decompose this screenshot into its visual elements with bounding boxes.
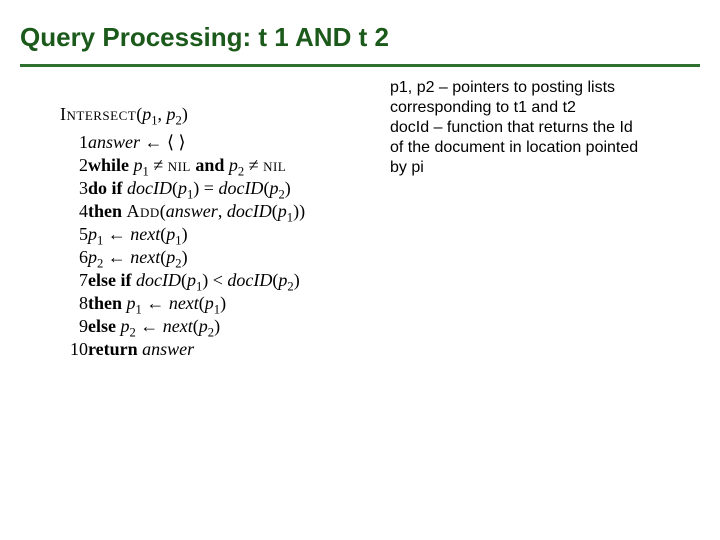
line-number: 6 [60,246,88,269]
param-p1: p [142,104,151,124]
title-underline [20,64,700,67]
line-number: 4 [60,200,88,223]
algo-line: 1answer ← ⟨ ⟩ [60,131,305,154]
line-number: 9 [60,315,88,338]
line-body: return answer [88,338,305,361]
algo-line: 3do if docID(p1) = docID(p2) [60,177,305,200]
line-body: answer ← ⟨ ⟩ [88,131,305,154]
slide: Query Processing: t 1 AND t 2 p1, p2 – p… [0,0,720,540]
param-comma: , [158,104,167,124]
line-number: 1 [60,131,88,154]
algorithm-lines: 1answer ← ⟨ ⟩2while p1 ≠ nil and p2 ≠ ni… [60,131,305,361]
line-number: 3 [60,177,88,200]
algo-line: 6p2 ← next(p2) [60,246,305,269]
explain-line-4: of the document in location pointed [390,139,638,156]
line-body: else if docID(p1) < docID(p2) [88,269,305,292]
algorithm-header: Intersect(p1, p2) [60,104,305,125]
explain-line-2: corresponding to t1 and t2 [390,99,576,116]
algo-line: 2while p1 ≠ nil and p2 ≠ nil [60,154,305,177]
algo-line: 8then p1 ← next(p1) [60,292,305,315]
line-number: 7 [60,269,88,292]
algo-line: 7else if docID(p1) < docID(p2) [60,269,305,292]
line-body: do if docID(p1) = docID(p2) [88,177,305,200]
line-number: 2 [60,154,88,177]
line-number: 10 [60,338,88,361]
line-body: then p1 ← next(p1) [88,292,305,315]
line-body: while p1 ≠ nil and p2 ≠ nil [88,154,305,177]
algo-line: 5p1 ← next(p1) [60,223,305,246]
explanation-text: p1, p2 – pointers to posting lists corre… [390,78,710,178]
line-number: 5 [60,223,88,246]
line-number: 8 [60,292,88,315]
paren-close: ) [182,104,188,124]
line-body: p1 ← next(p1) [88,223,305,246]
algo-line: 10return answer [60,338,305,361]
explain-line-5: by pi [390,159,424,176]
line-body: p2 ← next(p2) [88,246,305,269]
explain-line-1: p1, p2 – pointers to posting lists [390,79,615,96]
algorithm-block: Intersect(p1, p2) 1answer ← ⟨ ⟩2while p1… [60,104,305,361]
line-body: then Add(answer, docID(p1)) [88,200,305,223]
param-p2: p [167,104,176,124]
slide-title: Query Processing: t 1 AND t 2 [20,22,389,53]
func-name: Intersect [60,104,136,124]
explain-line-3: docId – function that returns the Id [390,119,633,136]
algo-line: 9else p2 ← next(p2) [60,315,305,338]
line-body: else p2 ← next(p2) [88,315,305,338]
algo-line: 4then Add(answer, docID(p1)) [60,200,305,223]
